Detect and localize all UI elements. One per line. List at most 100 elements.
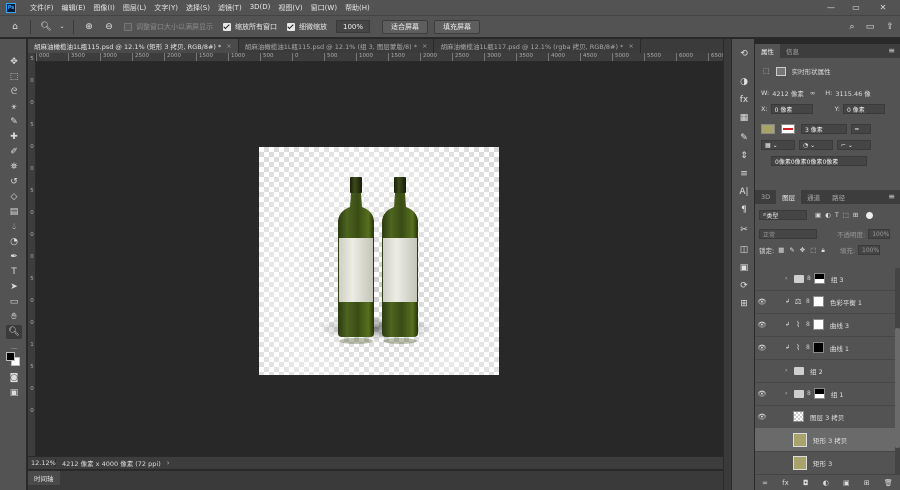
menu-item[interactable]: 文件(F) (26, 3, 58, 13)
minimize-button[interactable]: — (820, 0, 842, 15)
grid-panel-icon[interactable]: ⊞ (737, 297, 751, 310)
panel-collapse-strip[interactable] (723, 39, 731, 490)
pen-tool-icon[interactable]: ✒ (6, 250, 22, 264)
layers-scrollbar[interactable] (895, 268, 900, 474)
tab-info[interactable]: 信息 (780, 44, 805, 58)
magic-wand-tool-icon[interactable]: ⚹ (6, 100, 22, 114)
add-style-icon[interactable]: fx (782, 479, 789, 487)
screen-mode-icon[interactable]: ▣ (6, 386, 22, 400)
tab-properties[interactable]: 属性 (755, 44, 780, 58)
history-brush-tool-icon[interactable]: ↺ (6, 175, 22, 189)
home-icon[interactable]: ⌂ (8, 20, 22, 34)
link-icon[interactable]: 8 (807, 275, 811, 282)
shape-layer-thumbnail[interactable] (793, 432, 807, 447)
visibility-eye-icon[interactable]: 👁︎ (755, 344, 769, 352)
layer-row[interactable]: 👁︎ 矩形 3 (755, 451, 895, 475)
layer-mask-thumbnail[interactable] (812, 342, 824, 353)
link-icon[interactable]: 8 (807, 390, 811, 397)
actions-panel-icon[interactable]: ⇕ (737, 149, 751, 162)
layer-row[interactable]: 👁︎ ↲ ⚖ 8 色彩平衡 1 (755, 290, 895, 314)
close-button[interactable]: ✕ (872, 0, 894, 15)
close-icon[interactable]: × (628, 42, 633, 50)
quick-mask-icon[interactable]: ◙ (6, 371, 22, 385)
dodge-tool-icon[interactable]: ◔ (6, 235, 22, 249)
horizontal-ruler[interactable]: 000 3500 3000 2500 2000 1500 1000 500 0 500 1000 15… (36, 53, 723, 62)
menu-item[interactable]: 窗口(W) (307, 3, 341, 13)
fill-color-swatch[interactable] (761, 124, 775, 134)
filter-icons[interactable]: ▣◐T⬚⊞ (815, 211, 862, 219)
fill-screen-button[interactable]: 填充屏幕 (434, 19, 481, 34)
history-panel-icon[interactable]: ⟲ (737, 47, 751, 60)
foreground-color-swatch[interactable] (6, 352, 15, 361)
visibility-eye-icon[interactable]: 👁︎ (755, 436, 769, 444)
zoom-out-icon[interactable]: ⊖ (102, 20, 116, 34)
x-field[interactable]: 0 像素 (770, 104, 813, 114)
layer-row[interactable]: 👁︎ 矩形 3 拷贝 (755, 428, 895, 452)
layer-mask-thumbnail[interactable] (812, 296, 824, 307)
tool-presets-icon[interactable]: ✂ (737, 223, 751, 236)
menu-item[interactable]: 图层(L) (119, 3, 150, 13)
path-selection-tool-icon[interactable]: ➤ (6, 280, 22, 294)
lasso-tool-icon[interactable]: ᘓ (6, 85, 22, 99)
opacity-field[interactable]: 100% (868, 229, 891, 239)
timeline-panel-icon[interactable]: ⟳ (737, 279, 751, 292)
layer-row[interactable]: 👁︎ › 8 组 3 (755, 267, 895, 291)
shape-layer-thumbnail[interactable] (793, 455, 807, 470)
search-icon[interactable]: ⌕ (845, 20, 859, 34)
visibility-eye-icon[interactable]: 👁︎ (755, 413, 769, 421)
blend-mode-dropdown[interactable]: 正常 (759, 229, 817, 239)
zoom-tool-icon[interactable]: 🔍︎ (6, 325, 22, 339)
visibility-eye-icon[interactable]: 👁︎ (755, 367, 769, 375)
menu-item[interactable]: 编辑(E) (58, 3, 90, 13)
tab-document-115-group[interactable]: 胡麻油橄榄油1L瓶115.psd @ 12.1% (组 3, 图层蒙版/8) *… (239, 39, 435, 53)
filter-toggle[interactable] (866, 211, 874, 219)
layer-mask-thumbnail[interactable] (813, 273, 825, 284)
stroke-width-field[interactable]: 3 像素 (801, 124, 847, 134)
layer-row[interactable]: 👁︎ 图层 3 拷贝 (755, 405, 895, 429)
link-icon[interactable]: ∞ (810, 89, 815, 97)
tab-3d[interactable]: 3D (755, 190, 776, 204)
chevron-right-icon[interactable]: › (785, 275, 791, 282)
brush-settings-icon[interactable]: ✎ (737, 131, 751, 144)
share-icon[interactable]: ⇪ (883, 20, 897, 34)
hand-tool-icon[interactable]: ✋︎ (6, 310, 22, 324)
menu-item[interactable]: 文字(Y) (150, 3, 182, 13)
tab-document-117[interactable]: 胡麻油橄榄油1L瓶117.psd @ 12.1% (rgba 拷贝, RGB/8… (434, 39, 641, 53)
healing-brush-tool-icon[interactable]: ✚ (6, 130, 22, 144)
status-menu-arrow[interactable]: › (167, 459, 170, 467)
link-icon[interactable]: 8 (806, 298, 810, 305)
link-layers-icon[interactable]: ∞ (762, 479, 768, 487)
zoom-percent-field[interactable]: 100% (336, 20, 371, 33)
rectangle-tool-icon[interactable]: ▭ (6, 295, 22, 309)
layer-row[interactable]: 👁︎ › 8 组 1 (755, 382, 895, 406)
stroke-align-dropdown[interactable]: ▦ ⌄ (761, 140, 795, 150)
zoom-in-icon[interactable]: ⊕ (82, 20, 96, 34)
type-tool-icon[interactable]: T (6, 265, 22, 279)
stroke-color-swatch[interactable] (781, 124, 795, 134)
zoom-all-windows-checkbox[interactable]: 缩放所有窗口 (223, 22, 277, 32)
blur-tool-icon[interactable]: 💧︎ (6, 220, 22, 234)
fill-field[interactable]: 100% (858, 245, 881, 255)
link-icon[interactable]: 8 (806, 344, 810, 351)
scrubby-zoom-checkbox[interactable]: 细微缩放 (287, 22, 327, 32)
chevron-down-icon[interactable]: ⌄ (59, 20, 65, 34)
delete-layer-icon[interactable]: 🗑 (884, 479, 893, 487)
resize-windows-checkbox[interactable]: 调整窗口大小以满屏显示 (124, 22, 213, 32)
tab-layers[interactable]: 图层 (776, 190, 802, 204)
visibility-eye-icon[interactable]: 👁︎ (755, 321, 769, 329)
navigator-panel-icon[interactable]: ▣ (737, 261, 751, 274)
swatches-panel-icon[interactable]: ◫ (737, 243, 751, 256)
link-icon[interactable]: 8 (806, 321, 810, 328)
fit-screen-button[interactable]: 适合屏幕 (382, 19, 429, 34)
menu-item[interactable]: 3D(D) (246, 3, 275, 13)
marquee-tool-icon[interactable]: ⬚ (6, 70, 22, 84)
tab-paths[interactable]: 路径 (826, 190, 851, 204)
visibility-eye-icon[interactable]: 👁︎ (755, 459, 769, 467)
panel-menu-icon[interactable]: ≡ (888, 192, 895, 201)
layer-thumbnail[interactable] (793, 411, 804, 422)
move-tool-icon[interactable]: ✥ (6, 55, 22, 69)
layer-row[interactable]: 👁︎ ↲ ⌇ 8 曲线 1 (755, 336, 895, 360)
corner-radius-field[interactable]: 0像素0像素0像素0像素 (771, 156, 867, 166)
layer-mask-thumbnail[interactable] (812, 319, 824, 330)
width-value[interactable]: 4212 像素 (772, 88, 804, 98)
